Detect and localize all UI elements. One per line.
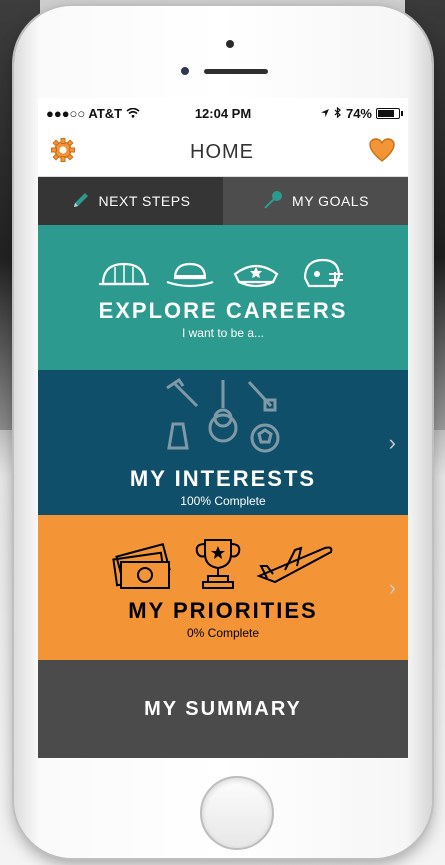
tab-my-goals-label: MY GOALS <box>292 193 369 209</box>
pin-icon <box>262 189 284 214</box>
my-interests-title: MY INTERESTS <box>129 465 317 491</box>
pencil-icon <box>71 190 91 213</box>
location-icon <box>320 106 330 121</box>
police-cap-icon <box>233 264 279 287</box>
status-right: 74% <box>320 105 403 121</box>
battery-icon <box>376 107 403 119</box>
interests-icons <box>153 377 293 460</box>
nav-bar: HOME <box>38 128 408 177</box>
my-priorities-tile[interactable]: MY PRIORITIES 0% Complete › <box>38 515 408 660</box>
priorities-icons <box>111 536 335 592</box>
bluetooth-icon <box>334 106 342 121</box>
page-title: HOME <box>190 140 254 163</box>
my-interests-progress: 100% Complete <box>180 493 266 508</box>
my-interests-tile[interactable]: MY INTERESTS 100% Complete › <box>38 370 408 515</box>
tab-bar: NEXT STEPS MY GOALS <box>38 177 408 225</box>
earpiece-speaker <box>204 69 268 74</box>
home-button[interactable] <box>200 776 274 850</box>
carrier-label: ●●●○○ AT&T <box>46 105 123 121</box>
hard-hat-icon <box>99 262 149 285</box>
phone-frame: ●●●○○ AT&T 12:04 PM 74% HOME NEXT STEPS … <box>14 6 432 858</box>
status-left: ●●●○○ AT&T <box>46 106 140 121</box>
cowboy-hat-icon <box>166 262 214 287</box>
my-priorities-title: MY PRIORITIES <box>128 597 318 623</box>
chevron-right-icon: › <box>388 574 396 600</box>
tab-my-goals[interactable]: MY GOALS <box>223 177 408 225</box>
camera-dot <box>226 40 234 48</box>
explore-careers-subtitle: I want to be a... <box>181 325 265 340</box>
wifi-icon <box>126 106 140 121</box>
heart-icon[interactable] <box>368 137 396 168</box>
money-icon <box>112 542 171 589</box>
career-hats-icons <box>97 256 349 292</box>
app-screen: ●●●○○ AT&T 12:04 PM 74% HOME NEXT STEPS … <box>38 98 408 759</box>
airplane-icon <box>256 545 333 583</box>
explore-careers-title: EXPLORE CAREERS <box>98 297 348 323</box>
explore-careers-tile[interactable]: EXPLORE CAREERS I want to be a... <box>38 225 408 370</box>
tab-next-steps-label: NEXT STEPS <box>98 193 191 209</box>
interests-collage-icon <box>166 377 280 452</box>
my-priorities-progress: 0% Complete <box>186 625 260 640</box>
gear-icon[interactable] <box>50 137 76 168</box>
trophy-icon <box>195 538 241 589</box>
battery-percent: 74% <box>345 105 372 121</box>
status-bar: ●●●○○ AT&T 12:04 PM 74% <box>38 98 408 128</box>
football-helmet-icon <box>303 258 343 287</box>
chevron-right-icon: › <box>388 429 396 455</box>
front-camera <box>181 67 189 75</box>
my-summary-title: MY SUMMARY <box>144 697 302 720</box>
tab-next-steps[interactable]: NEXT STEPS <box>38 177 223 225</box>
my-summary-tile[interactable]: MY SUMMARY <box>38 660 408 758</box>
